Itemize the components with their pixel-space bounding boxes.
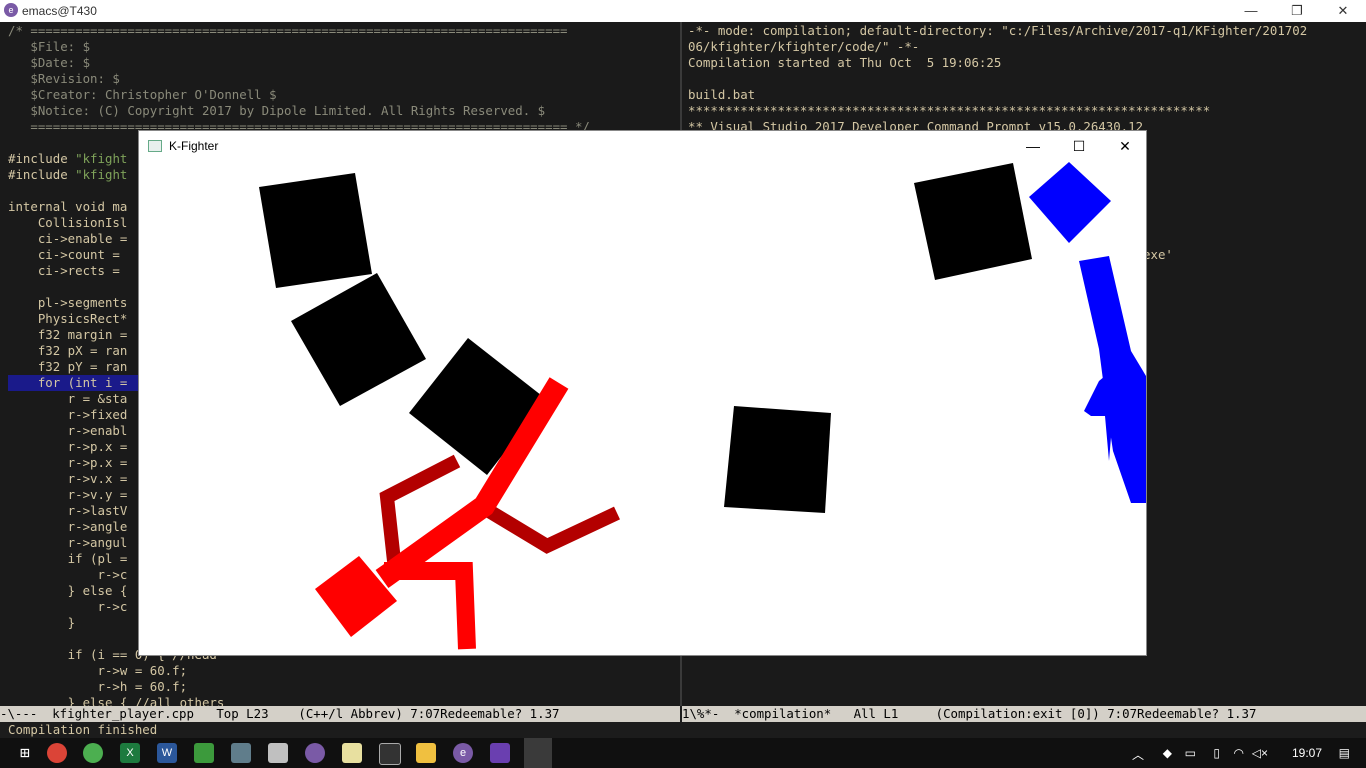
code-line: r->c xyxy=(8,567,128,582)
emacs-minimize-button[interactable]: — xyxy=(1228,0,1274,22)
blue-fighter xyxy=(1029,162,1146,503)
obstacle-box xyxy=(914,163,1032,280)
code-line: f32 pY = ran xyxy=(8,359,128,374)
discord-icon[interactable] xyxy=(305,743,325,763)
chevron-up-icon[interactable]: ︿ xyxy=(1132,746,1144,763)
code-line: r->enabl xyxy=(8,423,128,438)
modeline-right: 1\%*- *compilation* All L1 (Compilation:… xyxy=(682,706,1366,722)
word-icon[interactable]: W xyxy=(157,743,177,763)
emacs-icon: e xyxy=(4,3,18,17)
code-line: r = &sta xyxy=(8,391,128,406)
code-line: f32 pX = ran xyxy=(8,343,128,358)
compilation-line: Compilation started at Thu Oct 5 19:06:2… xyxy=(688,55,1002,70)
kfighter-titlebar[interactable]: K-Fighter — ☐ ✕ xyxy=(139,131,1146,161)
code-line: r->w = 60.f; xyxy=(8,663,188,678)
compilation-line: -*- mode: compilation; default-directory… xyxy=(688,23,1308,38)
kfighter-title: K-Fighter xyxy=(169,139,219,153)
code-line: #include "kfight xyxy=(8,151,128,166)
code-line: $Revision: $ xyxy=(8,71,120,86)
game-canvas[interactable] xyxy=(139,161,1146,655)
browser-icon[interactable] xyxy=(83,743,103,763)
code-line: r->angle xyxy=(8,519,128,534)
paint-icon[interactable] xyxy=(268,743,288,763)
code-line: } xyxy=(8,615,76,630)
emacs-titlebar: e emacs@T430 — ❐ ✕ xyxy=(0,0,1366,22)
code-line: r->p.x = xyxy=(8,439,128,454)
red-front-leg xyxy=(384,562,476,650)
kfighter-close-button[interactable]: ✕ xyxy=(1102,131,1146,161)
code-line: r->c xyxy=(8,599,128,614)
kfighter-taskbar-icon[interactable] xyxy=(524,738,552,768)
emacs-taskbar-icon[interactable]: e xyxy=(453,743,473,763)
code-line: r->v.x = xyxy=(8,471,128,486)
code-line: } else { xyxy=(8,583,128,598)
code-line: ci->enable = xyxy=(8,231,135,246)
start-icon[interactable]: ⊞ xyxy=(10,738,40,768)
code-line: $Date: $ xyxy=(8,55,91,70)
code-line: f32 margin = xyxy=(8,327,135,342)
compilation-line: 06/kfighter/kfighter/code/" -*- xyxy=(688,39,920,54)
blue-head xyxy=(1029,162,1111,243)
code-line: r->angul xyxy=(8,535,128,550)
code-line: /* =====================================… xyxy=(8,23,568,38)
battery-icon[interactable]: ▭ xyxy=(1185,746,1196,760)
code-line: r->v.y = xyxy=(8,487,128,502)
code-line: r->p.x = xyxy=(8,455,128,470)
code-line: $File: $ xyxy=(8,39,91,54)
cmd-icon[interactable] xyxy=(379,743,401,765)
code-line: r->fixed xyxy=(8,407,128,422)
wifi-icon[interactable]: ◠ xyxy=(1234,746,1244,760)
code-line: ci->count = xyxy=(8,247,128,262)
modeline-left: -\--- kfighter_player.cpp Top L23 (C++/l… xyxy=(0,706,680,722)
code-line: if (pl = xyxy=(8,551,128,566)
obstacle-box xyxy=(259,173,372,288)
obstacle-box xyxy=(291,273,426,406)
visual-studio-icon[interactable] xyxy=(490,743,510,763)
window-app-icon xyxy=(148,140,162,152)
code-line: r->lastV xyxy=(8,503,128,518)
obstacle-box xyxy=(724,406,831,513)
emacs-close-button[interactable]: ✕ xyxy=(1320,0,1366,22)
folder-icon[interactable] xyxy=(416,743,436,763)
taskbar: ⊞ X W e ︿ ◆ ▭ ▯ ◠ ◁× 19:07 ▤ xyxy=(0,738,1366,768)
code-line: $Creator: Christopher O'Donnell $ xyxy=(8,87,277,102)
minibuffer: Compilation finished xyxy=(8,722,158,737)
compilation-line: build.bat xyxy=(688,87,756,102)
emacs-window-title: emacs@T430 xyxy=(22,4,97,18)
usb-icon[interactable]: ▯ xyxy=(1213,746,1220,760)
kfighter-maximize-button[interactable]: ☐ xyxy=(1056,131,1102,161)
code-line: ci->rects = xyxy=(8,263,128,278)
code-line: $Notice: (C) Copyright 2017 by Dipole Li… xyxy=(8,103,546,118)
code-line: } else { //all others xyxy=(8,695,225,706)
emacs-restore-button[interactable]: ❐ xyxy=(1274,0,1320,22)
code-line: pl->segments xyxy=(8,295,128,310)
app-icon[interactable] xyxy=(194,743,214,763)
red-back-leg xyxy=(485,505,620,554)
code-line: PhysicsRect* xyxy=(8,311,128,326)
compilation-line: ****************************************… xyxy=(688,103,1211,118)
code-line: internal void ma xyxy=(8,199,128,214)
code-line: r->h = 60.f; xyxy=(8,679,188,694)
kfighter-minimize-button[interactable]: — xyxy=(1010,131,1056,161)
chrome-icon[interactable] xyxy=(47,743,67,763)
kfighter-window[interactable]: K-Fighter — ☐ ✕ xyxy=(138,130,1147,656)
notepad-icon[interactable] xyxy=(342,743,362,763)
code-line: CollisionIsl xyxy=(8,215,128,230)
presentation-icon[interactable] xyxy=(231,743,251,763)
dropbox-icon[interactable]: ◆ xyxy=(1163,746,1172,760)
excel-icon[interactable]: X xyxy=(120,743,140,763)
volume-icon[interactable]: ◁× xyxy=(1252,746,1268,760)
notifications-icon[interactable]: ▤ xyxy=(1339,746,1350,760)
code-line: #include "kfight xyxy=(8,167,128,182)
clock[interactable]: 19:07 xyxy=(1292,746,1322,760)
blue-arm xyxy=(1084,366,1117,461)
